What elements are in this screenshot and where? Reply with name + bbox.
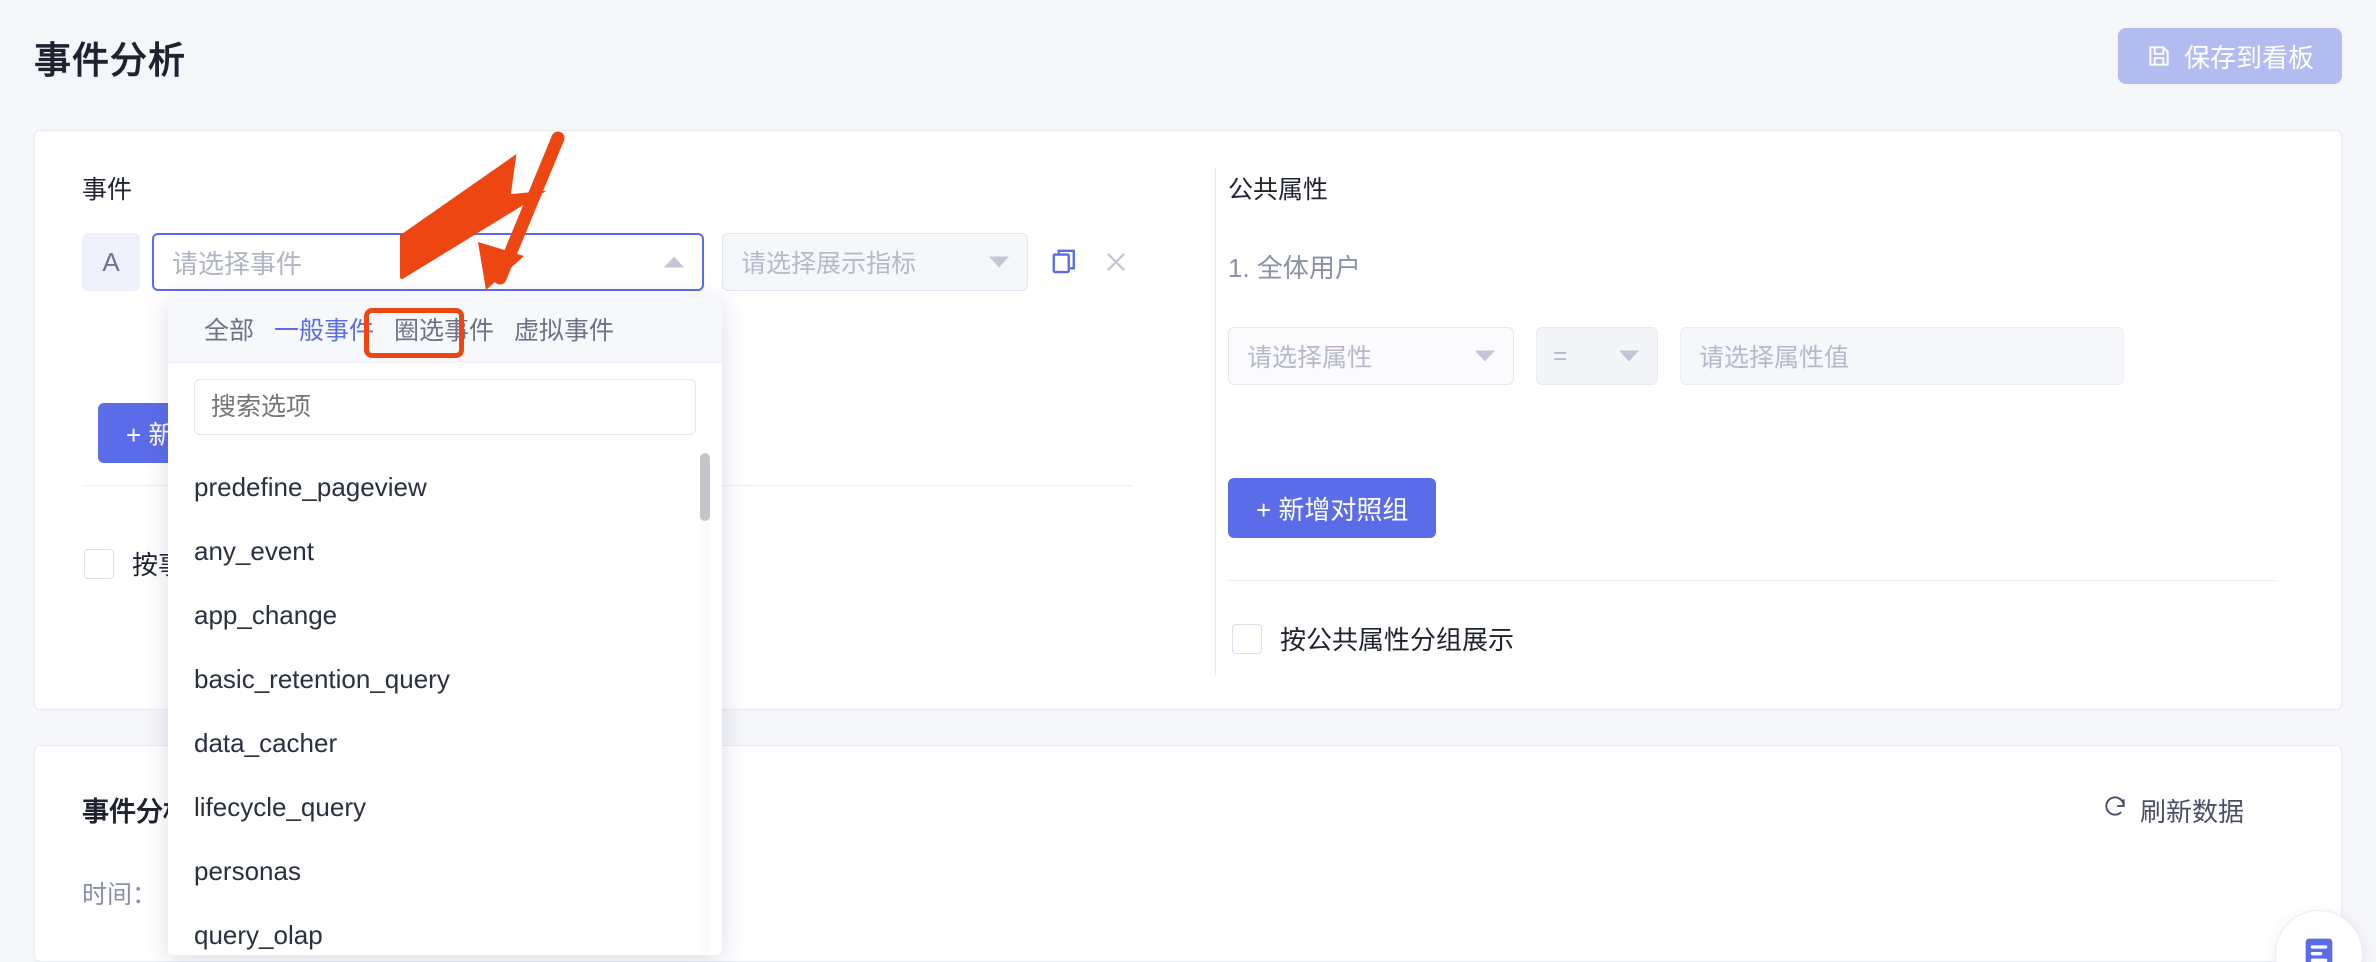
dropdown-tab-all[interactable]: 全部	[194, 311, 264, 347]
list-item[interactable]: data_cacher	[168, 711, 722, 775]
dropdown-tab-virtual[interactable]: 虚拟事件	[504, 311, 624, 347]
refresh-data-button[interactable]: 刷新数据	[2102, 792, 2244, 829]
list-item[interactable]: app_change	[168, 583, 722, 647]
list-item[interactable]: query_olap	[168, 903, 722, 955]
group-by-common-property-label: 按公共属性分组展示	[1280, 625, 1515, 655]
chevron-down-icon	[989, 256, 1009, 268]
report-list-icon	[2299, 932, 2339, 962]
column-divider	[1215, 167, 1216, 675]
list-item[interactable]: basic_retention_query	[168, 647, 722, 711]
event-select-dropdown: 全部 一般事件 圈选事件 虚拟事件 predefine_pageview any…	[168, 295, 722, 955]
property-select[interactable]: 请选择属性	[1228, 327, 1514, 385]
list-item[interactable]: any_event	[168, 519, 722, 583]
refresh-icon	[2102, 794, 2128, 827]
list-item[interactable]: predefine_pageview	[168, 455, 722, 519]
dropdown-tab-bar: 全部 一般事件 圈选事件 虚拟事件	[168, 295, 722, 363]
copy-icon[interactable]	[1050, 247, 1080, 277]
list-item[interactable]: personas	[168, 839, 722, 903]
refresh-data-label: 刷新数据	[2139, 797, 2244, 827]
event-section-label: 事件	[82, 176, 133, 204]
chevron-down-icon	[1619, 350, 1639, 362]
search-input[interactable]	[194, 379, 696, 435]
save-button-label: 保存到看板	[2183, 42, 2314, 73]
add-compare-group-button[interactable]: + 新增对照组	[1228, 478, 1437, 538]
chevron-down-icon	[1475, 350, 1495, 362]
property-filter-row: 请选择属性 = 请选择属性值	[1228, 327, 2124, 385]
event-letter-tag: A	[82, 233, 140, 291]
dropdown-tab-general[interactable]: 一般事件	[264, 311, 384, 347]
page-header: 事件分析 保存到看板	[0, 0, 2376, 116]
list-item[interactable]: lifecycle_query	[168, 775, 722, 839]
common-property-section-label: 公共属性	[1228, 176, 1329, 204]
property-value-input[interactable]: 请选择属性值	[1680, 327, 2124, 385]
group-by-common-property-row[interactable]: 按公共属性分组展示	[1232, 620, 1514, 657]
user-group-title: 1. 全体用户	[1228, 253, 1361, 283]
metric-select-placeholder: 请选择展示指标	[741, 250, 917, 278]
dropdown-tab-circle-select[interactable]: 圈选事件	[384, 311, 504, 347]
operator-select-value: =	[1553, 341, 1568, 370]
operator-select[interactable]: =	[1536, 327, 1658, 385]
app-root: 事件分析 保存到看板 事件 A 请选择事件 请选择展示指标 + 公共属性 1. …	[0, 0, 2376, 962]
dropdown-search-wrap	[168, 363, 722, 445]
event-select-placeholder: 请选择事件	[172, 248, 303, 279]
property-select-placeholder: 请选择属性	[1247, 344, 1373, 372]
dropdown-scrollbar-track[interactable]	[700, 453, 710, 953]
group-by-event-property-checkbox[interactable]	[84, 548, 114, 579]
event-select[interactable]: 请选择事件	[152, 233, 704, 291]
right-divider	[1228, 580, 2278, 581]
close-icon[interactable]	[1102, 248, 1130, 276]
save-to-dashboard-button[interactable]: 保存到看板	[2117, 28, 2342, 84]
metric-select[interactable]: 请选择展示指标	[722, 233, 1028, 291]
property-value-placeholder: 请选择属性值	[1699, 344, 1850, 372]
result-time-label: 时间：	[82, 881, 158, 909]
dropdown-option-list: predefine_pageview any_event app_change …	[168, 445, 722, 955]
save-floppy-icon	[2146, 43, 2172, 69]
event-row: A 请选择事件 请选择展示指标	[82, 233, 1130, 291]
group-by-common-property-checkbox[interactable]	[1232, 623, 1262, 654]
page-title: 事件分析	[34, 40, 186, 81]
dropdown-scrollbar-thumb[interactable]	[700, 453, 710, 521]
chevron-up-icon	[664, 256, 684, 268]
